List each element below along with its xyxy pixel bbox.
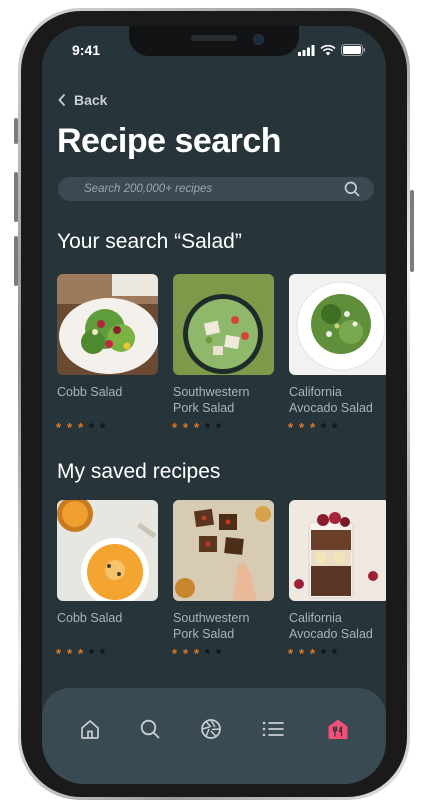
star-icon bbox=[78, 646, 83, 661]
search-results-title: Your search “Salad” bbox=[57, 230, 242, 253]
recipe-name: Cobb Salad bbox=[57, 611, 123, 625]
tab-restaurant[interactable] bbox=[325, 716, 351, 742]
recipe-card[interactable]: California Avocado Salad bbox=[288, 274, 386, 435]
wifi-icon bbox=[320, 44, 336, 55]
recipe-name: Southwestern Pork Salad bbox=[173, 385, 250, 415]
star-icon bbox=[310, 420, 315, 435]
star-icon bbox=[205, 420, 210, 435]
star-icon bbox=[194, 420, 199, 435]
recipe-card[interactable]: Cobb Salad bbox=[56, 500, 158, 661]
star-icon bbox=[172, 420, 177, 435]
speaker-grille bbox=[191, 35, 237, 41]
star-icon bbox=[67, 646, 72, 661]
star-icon bbox=[299, 646, 304, 661]
star-icon bbox=[89, 646, 94, 661]
rating bbox=[172, 646, 274, 661]
back-label: Back bbox=[74, 92, 108, 108]
tab-bar bbox=[42, 688, 386, 784]
volume-up-button bbox=[14, 172, 18, 222]
power-button bbox=[410, 190, 414, 272]
notch bbox=[129, 26, 299, 56]
search-icon[interactable] bbox=[344, 181, 360, 197]
status-icons bbox=[298, 44, 366, 56]
star-icon bbox=[332, 420, 337, 435]
star-icon bbox=[332, 646, 337, 661]
recipe-image bbox=[289, 274, 386, 375]
recipe-name: Cobb Salad bbox=[57, 385, 123, 399]
recipe-card[interactable]: California Avocado Salad bbox=[288, 500, 386, 661]
saved-recipes-row: Cobb Salad * * * * * Southwestern Pork S… bbox=[56, 500, 386, 661]
tab-discover[interactable] bbox=[198, 716, 224, 742]
star-icon bbox=[56, 646, 61, 661]
restaurant-icon bbox=[328, 719, 348, 739]
saved-recipes-title: My saved recipes bbox=[57, 460, 221, 483]
search-input[interactable] bbox=[58, 182, 374, 196]
recipe-name: Southwestern Pork Salad bbox=[173, 611, 250, 641]
star-icon bbox=[216, 420, 221, 435]
mute-switch bbox=[14, 118, 18, 144]
tab-home[interactable] bbox=[77, 716, 103, 742]
star-icon bbox=[67, 420, 72, 435]
battery-icon bbox=[341, 44, 366, 56]
recipe-image bbox=[173, 274, 274, 375]
star-icon bbox=[288, 646, 293, 661]
star-icon bbox=[288, 420, 293, 435]
tab-search[interactable] bbox=[137, 716, 163, 742]
recipe-name: California Avocado Salad bbox=[289, 385, 373, 415]
volume-down-button bbox=[14, 236, 18, 286]
tab-list[interactable] bbox=[260, 716, 286, 742]
search-icon bbox=[140, 719, 160, 739]
recipe-image bbox=[289, 500, 386, 601]
rating bbox=[172, 420, 274, 435]
recipe-image bbox=[173, 500, 274, 601]
front-camera bbox=[253, 34, 264, 45]
rating bbox=[288, 420, 386, 435]
star-icon bbox=[183, 420, 188, 435]
rating bbox=[56, 646, 158, 661]
search-results-row: Cobb Salad * * * * * Southwestern Pork S… bbox=[56, 274, 386, 435]
search-bar bbox=[58, 177, 374, 201]
chevron-left-icon bbox=[58, 94, 65, 106]
star-icon bbox=[78, 420, 83, 435]
back-button[interactable]: Back bbox=[58, 92, 107, 108]
star-icon bbox=[205, 646, 210, 661]
star-icon bbox=[216, 646, 221, 661]
star-icon bbox=[194, 646, 199, 661]
page-title: Recipe search bbox=[57, 122, 282, 160]
star-icon bbox=[100, 646, 105, 661]
recipe-image bbox=[57, 500, 158, 601]
star-icon bbox=[299, 420, 304, 435]
rating bbox=[288, 646, 386, 661]
app-screen: 9:41 Back Recipe search Search 200,000+ … bbox=[42, 26, 386, 784]
recipe-card[interactable]: Southwestern Pork Salad bbox=[172, 274, 274, 435]
star-icon bbox=[321, 646, 326, 661]
aperture-icon bbox=[201, 719, 221, 739]
recipe-card[interactable]: Cobb Salad bbox=[56, 274, 158, 435]
rating bbox=[56, 420, 158, 435]
star-icon bbox=[89, 420, 94, 435]
star-icon bbox=[56, 420, 61, 435]
home-icon bbox=[81, 720, 99, 739]
status-time: 9:41 bbox=[72, 42, 101, 58]
recipe-image bbox=[57, 274, 158, 375]
star-icon bbox=[183, 646, 188, 661]
star-icon bbox=[310, 646, 315, 661]
recipe-name: California Avocado Salad bbox=[289, 611, 373, 641]
list-icon bbox=[262, 721, 284, 737]
star-icon bbox=[321, 420, 326, 435]
recipe-card[interactable]: Southwestern Pork Salad bbox=[172, 500, 274, 661]
star-icon bbox=[100, 420, 105, 435]
star-icon bbox=[172, 646, 177, 661]
signal-icon bbox=[298, 44, 315, 56]
